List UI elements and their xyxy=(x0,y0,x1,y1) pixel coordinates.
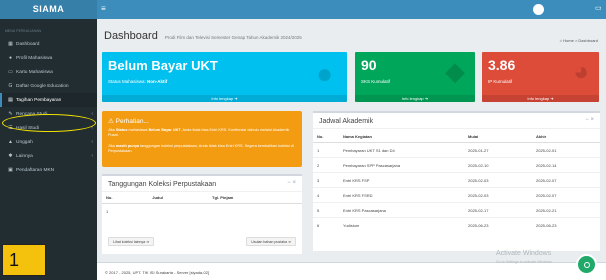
breadcrumb: ⌂ Home > Dashboard xyxy=(559,38,598,43)
sidebar-item-label: Unggah xyxy=(16,139,33,145)
library-panel: Tanggungan Koleksi Perpustakaan − × No. … xyxy=(102,174,302,254)
app-brand[interactable]: SIAMA xyxy=(0,0,97,19)
col-header-akhir: Akhir xyxy=(532,131,600,143)
warning-icon: ⚠ xyxy=(108,118,114,125)
schedule-panel-title: Jadwal Akademik xyxy=(313,113,600,129)
library-panel-tools: − × xyxy=(287,180,296,186)
sidebar-item-label: Dashboard xyxy=(16,41,40,47)
monitor-icon[interactable]: ▭ xyxy=(595,4,602,12)
col-header-tgl-pinjam: Tgl. Pinjam xyxy=(208,192,302,204)
home-icon[interactable]: ⌂ xyxy=(560,38,562,43)
sks-label: SKS Kumulatif xyxy=(361,79,391,84)
top-navbar: ≡ ▭ xyxy=(97,0,606,19)
breadcrumb-home[interactable]: Home xyxy=(563,38,574,43)
highlight-circle xyxy=(2,114,96,132)
sidebar-header: MENU PERKULIAHAN xyxy=(5,29,41,33)
bag-icon: ◆ xyxy=(445,56,465,86)
page-title: Dashboard Prodi Film dan Televisi Semest… xyxy=(104,30,302,42)
sidebar-item-daftar-google-education[interactable]: G Daftar Google Education xyxy=(0,79,97,93)
user-icon: ● xyxy=(316,58,333,89)
sks-value: 90 xyxy=(361,57,377,73)
schedule-panel-tools: − × xyxy=(585,117,594,123)
menu-toggle-icon[interactable]: ≡ xyxy=(101,4,106,13)
ipk-label: IP Kumulatif xyxy=(488,79,513,84)
alert-title: Perhatian... xyxy=(115,118,149,125)
pie-chart-icon: ◕ xyxy=(573,56,589,86)
dashboard-icon: ▦ xyxy=(8,41,13,47)
table-row: 1 Pembayaran UKT S1 dan D4 2025-01-27 2025-… xyxy=(313,142,600,158)
main-content: Dashboard Prodi Film dan Televisi Semest… xyxy=(97,19,606,280)
schedule-table: No. Nama Kegiatan Mulai Akhir 1 Pembayara… xyxy=(313,131,600,233)
alert-line-1: Jika Status mahasiswa Belum Bayar UKT, A… xyxy=(108,128,290,138)
register-icon: ▣ xyxy=(8,167,13,173)
ukt-more-info-link[interactable]: Info lengkap ➔ xyxy=(102,95,347,102)
sks-more-info-link[interactable]: Info lengkap ➔ xyxy=(355,95,475,102)
chevron-left-icon: ‹ xyxy=(91,111,93,117)
ipk-more-info-link[interactable]: Info lengkap ➔ xyxy=(482,95,599,102)
close-icon[interactable]: × xyxy=(590,117,594,123)
col-header-judul: Judul xyxy=(148,192,209,204)
chat-button[interactable] xyxy=(576,254,597,275)
table-row: 1 xyxy=(102,203,302,219)
schedule-panel: Jadwal Akademik − × No. Nama Kegiatan Mu… xyxy=(313,111,600,251)
close-icon[interactable]: × xyxy=(292,180,296,186)
activate-windows-sub: Go to Settings to activate Windows. xyxy=(496,260,553,264)
warning-alert: ⚠ Perhatian... Jika Status mahasiswa Bel… xyxy=(102,111,302,167)
sidebar: SIAMA MENU PERKULIAHAN ▦ Dashboard ● Profil… xyxy=(0,0,97,280)
table-row: 5 Entri KRS Pascasarjana 2025-02-17 2025-02… xyxy=(313,202,600,218)
table-row: 3 Entri KRS FSP 2025-02-03 2025-02-07 xyxy=(313,172,600,188)
table-row: 6 Yudisium 2025-06-23 2025-06-23 xyxy=(313,217,600,233)
sidebar-item-kartu-mahasiswa[interactable]: ▭ Kartu Mahasiswa xyxy=(0,65,97,79)
upload-icon: ▲ xyxy=(8,139,13,145)
ukt-sub-label: Status Mahasiswa: xyxy=(108,79,146,84)
sidebar-item-label: Kartu Mahasiswa xyxy=(16,69,53,75)
minimize-icon[interactable]: − xyxy=(585,117,589,123)
card-icon: ▭ xyxy=(8,69,13,75)
sidebar-item-profil-mahasiswa[interactable]: ● Profil Mahasiswa xyxy=(0,51,97,65)
table-row: 2 Pembayaran SPP Pascasarjana 2025-02-10 20… xyxy=(313,157,600,173)
library-panel-title: Tanggungan Koleksi Perpustakaan xyxy=(102,176,302,192)
table-row: 4 Entri KRS FSRD 2025-02-03 2025-02-07 xyxy=(313,187,600,203)
sidebar-item-pendaftaran-mkn[interactable]: ▣ Pendaftaran MKN xyxy=(0,163,97,177)
sidebar-item-label: Lainnya xyxy=(16,153,33,159)
user-icon: ● xyxy=(8,55,13,61)
ipk-value: 3.86 xyxy=(488,57,516,73)
chevron-left-icon: ‹ xyxy=(91,153,93,159)
cog-icon: ✱ xyxy=(8,153,13,159)
col-header-no: No. xyxy=(313,131,339,143)
google-icon: G xyxy=(8,83,13,89)
col-header-mulai: Mulai xyxy=(464,131,532,143)
activate-windows-title: Activate Windows xyxy=(496,250,552,257)
sidebar-item-unggah[interactable]: ▲ Unggah ‹ xyxy=(0,135,97,149)
ukt-status-text: Belum Bayar UKT xyxy=(108,58,218,73)
chevron-left-icon: ‹ xyxy=(91,139,93,145)
sidebar-item-tagihan-pembayaran[interactable]: ▤ Tagihan Pembayaran xyxy=(0,93,97,107)
invoice-icon: ▤ xyxy=(8,97,13,103)
library-table: No. Judul Tgl. Pinjam 1 xyxy=(102,192,302,219)
suggest-library-button[interactable]: Usulan bahan pustaka ➔ xyxy=(246,237,296,246)
alert-line-2: Jika masih punya tanggungan koleksi perp… xyxy=(108,144,294,154)
info-box-ipk: 3.86 IP Kumulatif ◕ Info lengkap ➔ xyxy=(482,52,599,102)
info-box-ukt: Belum Bayar UKT Status Mahasiswa: Non-Ak… xyxy=(102,52,347,102)
ukt-sub-value: Non-Aktif xyxy=(147,79,168,84)
minimize-icon[interactable]: − xyxy=(287,180,291,186)
sidebar-item-dashboard[interactable]: ▦ Dashboard xyxy=(0,37,97,51)
sidebar-item-lainnya[interactable]: ✱ Lainnya ‹ xyxy=(0,149,97,163)
page-footer: © 2017 - 2025, UPT. TIK ISI Surakarta - … xyxy=(97,262,606,280)
sidebar-item-label: Pendaftaran MKN xyxy=(16,167,55,173)
sidebar-item-label: Tagihan Pembayaran xyxy=(16,97,62,103)
user-avatar[interactable] xyxy=(533,4,544,15)
col-header-no: No. xyxy=(102,192,149,204)
breadcrumb-current: Dashboard xyxy=(578,38,598,43)
sidebar-item-label: Profil Mahasiswa xyxy=(16,55,53,61)
alert-title-row: ⚠ Perhatian... xyxy=(108,117,149,125)
page-subtitle: Prodi Film dan Televisi Semester Genap T… xyxy=(164,35,302,40)
sidebar-item-label: Daftar Google Education xyxy=(16,83,69,89)
step-number-badge: 1 xyxy=(2,244,46,276)
info-box-sks: 90 SKS Kumulatif ◆ Info lengkap ➔ xyxy=(355,52,475,102)
chat-icon xyxy=(584,262,590,268)
page-title-text: Dashboard xyxy=(104,30,158,42)
view-collections-button[interactable]: Lihat koleksi lainnya ➔ xyxy=(108,237,155,246)
col-header-kegiatan: Nama Kegiatan xyxy=(339,131,464,143)
